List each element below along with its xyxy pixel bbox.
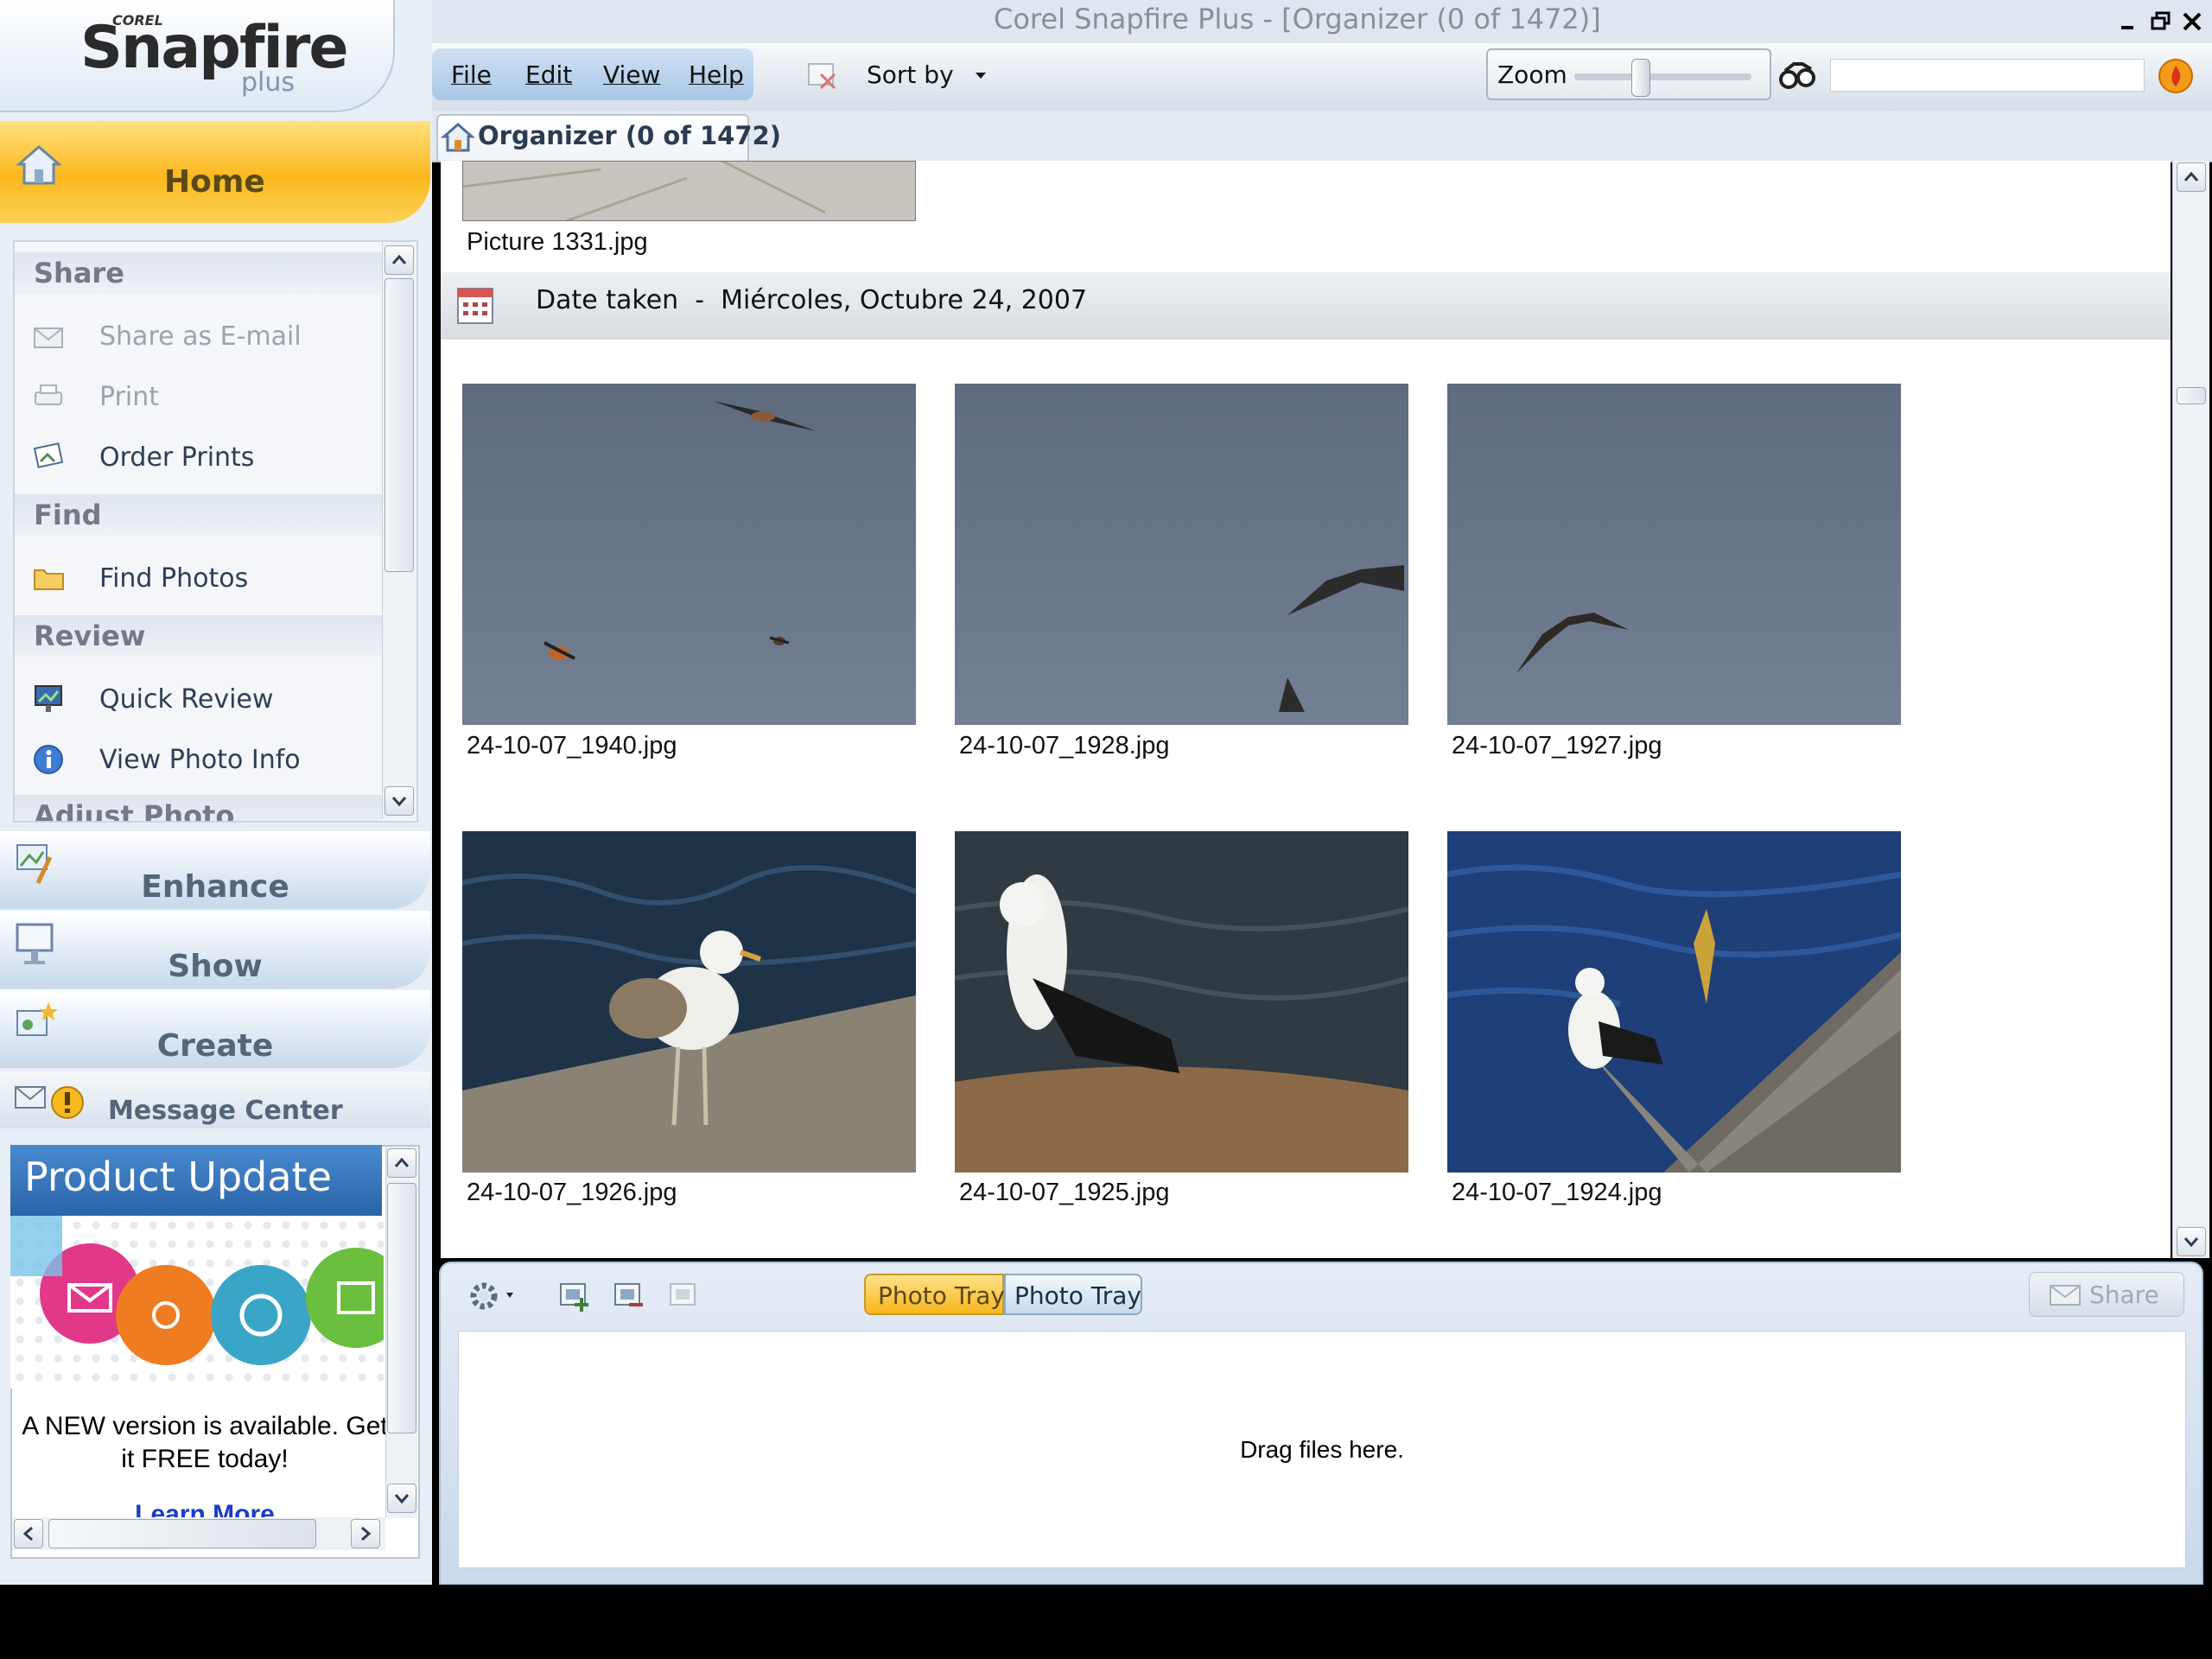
photo-filename: 24-10-07_1926.jpg	[467, 1179, 677, 1206]
message-center-label: Message Center	[108, 1096, 343, 1126]
task-quick-review-label: Quick Review	[99, 684, 274, 715]
scroll-up-button[interactable]	[385, 245, 414, 275]
sort-by-dropdown[interactable]: Sort by	[867, 60, 988, 89]
scroll-up-button[interactable]	[387, 1148, 416, 1178]
delete-icon[interactable]	[805, 59, 840, 93]
scroll-thumb[interactable]	[2177, 387, 2206, 404]
photo-thumbnail[interactable]	[462, 384, 916, 725]
minimize-button[interactable]	[2120, 10, 2137, 33]
search-input[interactable]	[1830, 59, 2145, 92]
scroll-up-button[interactable]	[2177, 162, 2206, 192]
task-panel-scrollbar[interactable]	[382, 242, 416, 819]
photo-thumbnail[interactable]	[462, 161, 916, 221]
photo-thumbnail[interactable]	[955, 831, 1408, 1173]
envelope-icon	[2048, 1279, 2084, 1310]
photo-thumbnail[interactable]	[462, 831, 916, 1173]
task-find-photos-label: Find Photos	[99, 563, 249, 594]
scroll-thumb[interactable]	[387, 1183, 416, 1433]
binoculars-icon[interactable]	[1778, 59, 1818, 93]
zoom-slider-thumb[interactable]	[1631, 59, 1650, 97]
photo-filename: 24-10-07_1924.jpg	[1452, 1179, 1662, 1206]
task-print-label: Print	[99, 382, 160, 412]
date-group-label: Date taken - Miércoles, Octubre 24, 2007	[536, 285, 1088, 315]
chevron-down-icon	[974, 71, 988, 81]
scroll-down-button[interactable]	[387, 1484, 416, 1513]
scroll-down-button[interactable]	[385, 786, 414, 816]
photo-filename: 24-10-07_1928.jpg	[959, 732, 1170, 760]
menu-view[interactable]: View	[603, 60, 660, 89]
calendar-icon	[455, 283, 495, 327]
photo-thumbnail[interactable]	[1447, 384, 1901, 725]
message-center-icon	[12, 1078, 90, 1122]
nav-home-label: Home	[164, 164, 265, 200]
close-button[interactable]	[2181, 10, 2203, 33]
folder-icon	[32, 562, 67, 596]
tab-organizer-label: Organizer (0 of 1472)	[478, 121, 781, 150]
nav-show-label: Show	[168, 949, 263, 984]
printer-icon	[32, 380, 67, 415]
sort-by-label: Sort by	[867, 60, 954, 89]
photo-filename: 24-10-07_1927.jpg	[1452, 732, 1662, 760]
photo-thumbnail[interactable]	[1447, 831, 1901, 1173]
section-adjust-header: Adjust Photo	[15, 795, 382, 821]
nav-enhance-tab[interactable]: Enhance	[0, 831, 430, 909]
drop-hint: Drag files here.	[1240, 1436, 1404, 1463]
gear-icon[interactable]	[465, 1277, 520, 1315]
zoom-slider-track[interactable]	[1574, 73, 1751, 80]
home-icon	[441, 119, 475, 154]
photo-filename: 24-10-07_1925.jpg	[959, 1179, 1170, 1206]
date-value: Miércoles, Octubre 24, 2007	[721, 285, 1088, 315]
share-button-label: Share	[2089, 1281, 2159, 1309]
learn-more-link[interactable]: Learn More	[19, 1500, 391, 1517]
section-review-header: Review	[15, 615, 382, 657]
restore-button[interactable]	[2150, 10, 2172, 33]
scroll-down-button[interactable]	[2177, 1227, 2206, 1256]
remove-from-tray-icon[interactable]	[610, 1277, 648, 1315]
info-icon	[32, 743, 67, 778]
section-share-header: Share	[15, 252, 382, 294]
section-find-header: Find	[15, 494, 382, 536]
order-prints-icon	[32, 441, 67, 475]
photo-tray-tab-active-label: Photo Tray	[878, 1281, 1005, 1310]
photo-filename: Picture 1331.jpg	[467, 228, 648, 256]
product-update-hscrollbar[interactable]	[12, 1517, 385, 1550]
menu-edit[interactable]: Edit	[525, 60, 572, 89]
zoom-label: Zoom	[1497, 60, 1567, 89]
photo-thumbnail[interactable]	[955, 384, 1408, 725]
add-to-tray-icon[interactable]	[556, 1277, 594, 1315]
task-share-email-label: Share as E-mail	[99, 321, 302, 352]
task-order-prints-label: Order Prints	[99, 442, 255, 473]
desktop-background	[0, 1585, 2212, 1659]
home-icon	[14, 140, 64, 190]
nav-show-tab[interactable]: Show	[0, 911, 430, 988]
scroll-left-button[interactable]	[14, 1519, 43, 1548]
nav-create-label: Create	[156, 1028, 274, 1064]
menu-file[interactable]: File	[451, 60, 492, 89]
date-prefix: Date taken	[536, 285, 679, 315]
logo-corel-text: COREL	[112, 12, 163, 29]
scroll-thumb[interactable]	[48, 1519, 316, 1548]
snapfire-flame-icon[interactable]	[2157, 57, 2195, 95]
menu-help[interactable]: Help	[689, 60, 744, 89]
photo-filename: 24-10-07_1940.jpg	[467, 732, 677, 760]
nav-create-tab[interactable]: Create	[0, 990, 430, 1068]
scroll-right-button[interactable]	[351, 1519, 380, 1548]
product-update-text: A NEW version is available. Get it FREE …	[22, 1412, 388, 1473]
window-title: Corel Snapfire Plus - [Organizer (0 of 1…	[994, 3, 1601, 35]
scroll-thumb[interactable]	[385, 278, 414, 572]
nav-enhance-label: Enhance	[141, 869, 289, 905]
clear-tray-icon[interactable]	[665, 1277, 703, 1315]
task-panel: Share Share as E-mail Print Order Prints…	[13, 240, 418, 823]
product-update-vscrollbar[interactable]	[385, 1147, 417, 1518]
monitor-icon	[32, 683, 67, 717]
logo-plus-text: plus	[241, 67, 296, 98]
photo-tray-tab-label: Photo Tray	[1014, 1281, 1141, 1310]
product-update-banner	[10, 1216, 384, 1389]
envelope-icon	[32, 320, 67, 354]
product-update-title: Product Update	[24, 1154, 332, 1200]
photo-grid-scrollbar[interactable]	[2172, 161, 2209, 1258]
task-view-photo-info-label: View Photo Info	[99, 745, 301, 775]
